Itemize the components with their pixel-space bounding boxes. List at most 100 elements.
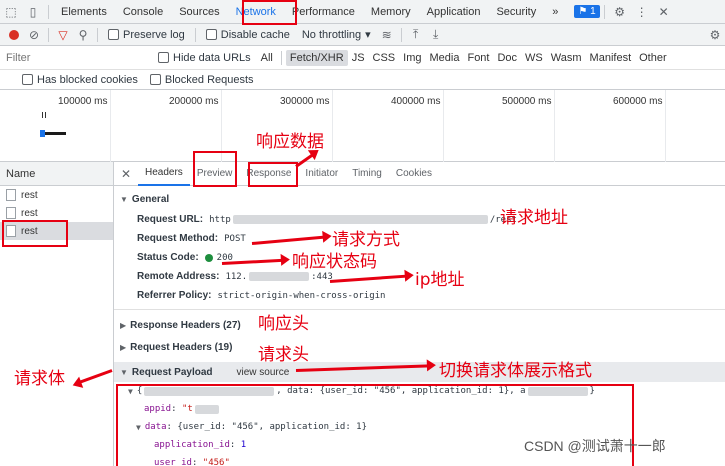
throttling-select[interactable]: No throttling ▾ bbox=[301, 28, 371, 42]
search-icon[interactable]: ⚲ bbox=[73, 24, 93, 46]
detail-tab-timing[interactable]: Timing bbox=[345, 162, 389, 186]
filter-type-ws[interactable]: WS bbox=[521, 50, 547, 66]
request-payload-title: Request Payload bbox=[131, 366, 213, 378]
blocked-requests-checkbox[interactable]: Blocked Requests bbox=[149, 74, 254, 86]
tab-memory[interactable]: Memory bbox=[363, 0, 419, 24]
filter-type-fetch-xhr[interactable]: Fetch/XHR bbox=[285, 49, 348, 66]
view-source-link[interactable]: view source bbox=[237, 367, 290, 378]
redacted-text bbox=[232, 215, 488, 224]
filter-type-font[interactable]: Font bbox=[463, 50, 493, 66]
has-blocked-cookies-checkbox[interactable]: Has blocked cookies bbox=[22, 74, 138, 86]
filter-type-wasm[interactable]: Wasm bbox=[547, 50, 586, 66]
expanded-triangle-icon: ▼ bbox=[120, 367, 128, 377]
timeline-tick-label: 600000 ms bbox=[613, 96, 663, 107]
filter-input[interactable] bbox=[2, 47, 152, 68]
tab-security[interactable]: Security bbox=[488, 0, 544, 24]
remote-address-prefix: 112. bbox=[225, 271, 248, 282]
hide-data-urls-checkbox[interactable]: Hide data URLs bbox=[158, 52, 251, 64]
filter-type-doc[interactable]: Doc bbox=[493, 50, 521, 66]
detail-tab-cookies[interactable]: Cookies bbox=[389, 162, 439, 186]
request-url-key: Request URL: bbox=[137, 214, 204, 225]
tab-application[interactable]: Application bbox=[419, 0, 489, 24]
issues-count: 1 bbox=[590, 6, 596, 17]
throttling-value: No throttling bbox=[301, 28, 362, 41]
general-section-toggle[interactable]: ▼ General bbox=[114, 188, 725, 210]
timeline-tick-label: 100000 ms bbox=[58, 96, 108, 107]
close-detail-icon[interactable]: ✕ bbox=[114, 167, 138, 181]
wifi-icon[interactable]: ≋ bbox=[377, 24, 397, 46]
device-toolbar-icon[interactable]: ▯ bbox=[22, 0, 44, 24]
close-icon[interactable]: ✕ bbox=[653, 0, 675, 24]
timeline-request-marker bbox=[42, 112, 46, 118]
timeline-gridline bbox=[110, 90, 111, 162]
status-ok-icon bbox=[204, 253, 213, 262]
checkbox-box bbox=[158, 52, 169, 63]
filter-type-other[interactable]: Other bbox=[635, 50, 671, 66]
annotation-request-address: 请求地址 bbox=[500, 208, 568, 228]
network-timeline-overview[interactable]: 100000 ms 200000 ms 300000 ms 400000 ms … bbox=[0, 90, 725, 162]
expanded-triangle-icon: ▼ bbox=[120, 194, 128, 204]
timeline-tick-label: 400000 ms bbox=[391, 96, 441, 107]
checkbox-box bbox=[205, 29, 217, 40]
preserve-log-checkbox[interactable]: Preserve log bbox=[108, 29, 185, 41]
highlight-box-response-tab bbox=[248, 162, 298, 187]
kebab-menu-icon[interactable]: ⋮ bbox=[631, 0, 653, 24]
record-button[interactable] bbox=[4, 24, 24, 46]
timeline-tick-label: 200000 ms bbox=[169, 96, 219, 107]
divider bbox=[48, 4, 49, 19]
annotation-switch-format: 切换请求体展示格式 bbox=[439, 361, 592, 381]
filter-icon[interactable]: ▽ bbox=[53, 24, 73, 46]
inspect-element-icon[interactable]: ⬚ bbox=[0, 0, 22, 24]
export-har-icon[interactable]: ⤓ bbox=[426, 24, 446, 46]
annotation-response-status: 响应状态码 bbox=[292, 252, 377, 272]
network-settings-gear-icon[interactable]: ⚙ bbox=[705, 24, 725, 46]
general-title: General bbox=[131, 193, 170, 205]
clear-icon[interactable]: ⊘ bbox=[24, 24, 44, 46]
more-tabs-button[interactable]: » bbox=[544, 0, 566, 24]
name-column-header[interactable]: Name bbox=[0, 162, 113, 186]
divider bbox=[603, 4, 605, 19]
request-row[interactable]: rest bbox=[0, 186, 113, 204]
tab-sources[interactable]: Sources bbox=[171, 0, 227, 24]
filter-bar: Hide data URLs All Fetch/XHR JS CSS Img … bbox=[0, 46, 725, 70]
request-headers-toggle[interactable]: ▶ Request Headers (19) bbox=[114, 336, 725, 358]
request-name: rest bbox=[21, 207, 38, 219]
divider bbox=[48, 27, 49, 42]
filter-type-all[interactable]: All bbox=[257, 50, 277, 66]
request-method-row: Request Method: POST bbox=[114, 229, 725, 248]
referrer-policy-value: strict-origin-when-cross-origin bbox=[217, 290, 386, 301]
detail-tab-headers[interactable]: Headers bbox=[138, 162, 190, 186]
divider bbox=[97, 27, 98, 42]
tab-elements[interactable]: Elements bbox=[53, 0, 115, 24]
filter-type-css[interactable]: CSS bbox=[369, 50, 400, 66]
timeline-gridline bbox=[665, 90, 666, 162]
annotation-request-body: 请求体 bbox=[14, 369, 65, 389]
divider bbox=[280, 50, 282, 65]
divider bbox=[400, 27, 402, 42]
redacted-text bbox=[249, 272, 310, 281]
gear-icon[interactable]: ⚙ bbox=[609, 0, 631, 24]
highlight-box-request-row bbox=[2, 220, 68, 247]
filter-type-manifest[interactable]: Manifest bbox=[586, 50, 636, 66]
issues-button[interactable]: ⚑ 1 bbox=[570, 5, 600, 18]
detail-tab-initiator[interactable]: Initiator bbox=[298, 162, 345, 186]
divider bbox=[114, 309, 725, 310]
annotation-request-headers: 请求头 bbox=[258, 345, 309, 365]
import-har-icon[interactable]: ⤒ bbox=[406, 24, 426, 46]
disable-cache-label: Disable cache bbox=[220, 28, 290, 41]
filter-type-media[interactable]: Media bbox=[426, 50, 464, 66]
issues-badge: ⚑ 1 bbox=[574, 5, 600, 18]
network-toolbar: ⊘ ▽ ⚲ Preserve log Disable cache No thro… bbox=[0, 24, 725, 46]
filter-type-js[interactable]: JS bbox=[348, 50, 369, 66]
tab-console[interactable]: Console bbox=[115, 0, 171, 24]
request-url-prefix: http bbox=[209, 214, 231, 225]
devtools-tab-bar: ⬚ ▯ Elements Console Sources Network Per… bbox=[0, 0, 725, 24]
request-url-row: Request URL: http/rest bbox=[114, 210, 725, 229]
annotation-response-headers: 响应头 bbox=[258, 314, 309, 334]
disable-cache-checkbox[interactable]: Disable cache bbox=[205, 28, 290, 41]
referrer-policy-key: Referrer Policy: bbox=[137, 290, 212, 301]
timeline-tick-label: 500000 ms bbox=[502, 96, 552, 107]
response-headers-toggle[interactable]: ▶ Response Headers (27) bbox=[114, 314, 725, 336]
preserve-log-label: Preserve log bbox=[123, 28, 185, 41]
filter-type-img[interactable]: Img bbox=[399, 50, 425, 66]
